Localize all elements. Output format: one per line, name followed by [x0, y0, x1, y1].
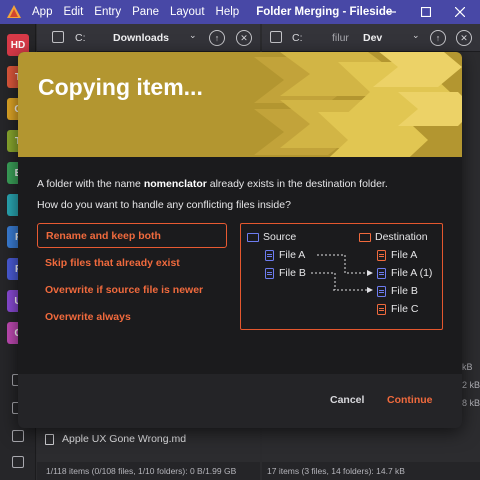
right-status-bar: 17 items (3 files, 14 folders): 14.7 kB — [262, 462, 480, 480]
file-icon — [45, 433, 54, 445]
left-pane-toolbar: C: Downloads ⌄ ↑ ✕ — [37, 24, 260, 52]
path-folder[interactable]: Downloads — [113, 32, 169, 44]
clipboard-icon[interactable] — [12, 430, 24, 442]
menu-help[interactable]: Help — [216, 6, 240, 18]
drive-icon — [270, 31, 282, 43]
file-icon — [377, 249, 386, 261]
dialog-header: Copying item... — [18, 52, 462, 157]
path-folder[interactable]: Dev — [363, 32, 382, 44]
path-prefix[interactable]: C: — [75, 32, 86, 44]
destination-file: File B — [377, 285, 418, 297]
destination-label: Destination — [359, 231, 428, 243]
file-size: 8 kB — [462, 398, 480, 408]
maximize-icon[interactable] — [418, 4, 434, 20]
left-status-bar: 1/118 items (0/108 files, 1/10 folders):… — [37, 462, 260, 480]
file-icon — [377, 285, 386, 297]
conflict-folder-name: nomenclator — [143, 178, 207, 190]
menu-entry[interactable]: Entry — [94, 6, 121, 18]
menu-edit[interactable]: Edit — [63, 6, 83, 18]
copy-conflict-dialog: Copying item... A folder with the name n… — [18, 52, 462, 428]
folder-icon — [247, 232, 259, 242]
option-overwrite-always[interactable]: Overwrite always — [37, 304, 227, 329]
left-status-text: 1/118 items (0/108 files, 1/10 folders):… — [46, 466, 237, 476]
destination-file: File A (1) — [377, 267, 432, 279]
destination-file: File A — [377, 249, 417, 261]
file-icon — [265, 249, 274, 261]
merge-preview-diagram: Source Destination File A File B File A … — [240, 223, 443, 330]
file-row[interactable]: Apple UX Gone Wrong.md — [45, 433, 186, 445]
file-size: 2 kB — [462, 380, 480, 390]
file-icon — [377, 303, 386, 315]
source-label: Source — [247, 231, 296, 243]
chevron-down-icon[interactable]: ⌄ — [189, 30, 197, 41]
destination-file: File C — [377, 303, 418, 315]
close-pane-icon[interactable]: ✕ — [456, 30, 472, 46]
path-partial[interactable]: filur — [332, 32, 349, 44]
dialog-footer: Cancel Continue — [18, 374, 462, 428]
path-prefix[interactable]: C: — [292, 32, 303, 44]
dialog-question: How do you want to handle any conflictin… — [37, 199, 291, 211]
header-arrows-graphic — [254, 52, 462, 157]
dialog-title: Copying item... — [38, 74, 203, 100]
title-bar: App Edit Entry Pane Layout Help Folder M… — [0, 0, 480, 24]
fileside-logo-icon — [6, 4, 22, 20]
file-size: kB — [462, 362, 473, 372]
navigate-up-icon[interactable]: ↑ — [209, 30, 225, 46]
option-rename-keep-both[interactable]: Rename and keep both — [37, 223, 227, 248]
chevron-down-icon[interactable]: ⌄ — [412, 30, 420, 41]
right-status-text: 17 items (3 files, 14 folders): 14.7 kB — [267, 466, 405, 476]
cancel-button[interactable]: Cancel — [330, 394, 364, 406]
source-file: File A — [265, 249, 305, 261]
file-icon — [377, 267, 386, 279]
continue-button[interactable]: Continue — [387, 394, 433, 406]
close-pane-icon[interactable]: ✕ — [236, 30, 252, 46]
download-icon[interactable] — [12, 456, 24, 468]
menu-pane[interactable]: Pane — [132, 6, 159, 18]
window-title: Folder Merging - Fileside — [256, 6, 393, 18]
conflict-options: Rename and keep both Skip files that alr… — [37, 223, 227, 331]
right-pane-toolbar: C: filur Dev ⌄ ↑ ✕ — [262, 24, 480, 52]
file-name: Apple UX Gone Wrong.md — [62, 433, 187, 445]
file-icon — [265, 267, 274, 279]
source-file: File B — [265, 267, 306, 279]
option-skip-existing[interactable]: Skip files that already exist — [37, 250, 227, 275]
dialog-message: A folder with the name nomenclator alrea… — [37, 178, 388, 190]
folder-icon — [359, 232, 371, 242]
drive-icon — [52, 31, 64, 43]
menu-app[interactable]: App — [32, 6, 52, 18]
navigate-up-icon[interactable]: ↑ — [430, 30, 446, 46]
option-overwrite-if-newer[interactable]: Overwrite if source file is newer — [37, 277, 227, 302]
minimize-icon[interactable] — [383, 4, 399, 20]
menu-layout[interactable]: Layout — [170, 6, 205, 18]
close-window-icon[interactable] — [452, 4, 468, 20]
